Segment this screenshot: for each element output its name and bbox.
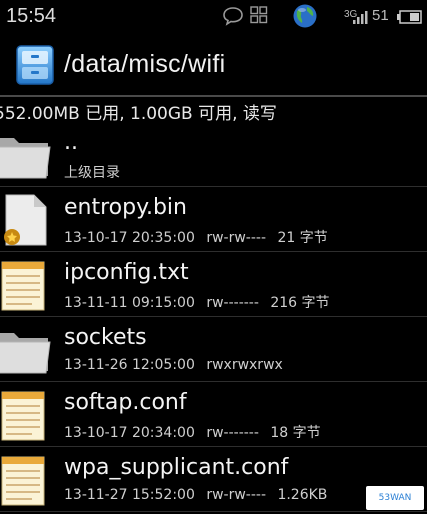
storage-summary: 552.00MB 已用, 1.00GB 可用, 读写	[0, 104, 277, 124]
list-item-entropy-bin[interactable]: entropy.bin 13-10-17 20:35:00 rw-rw---- …	[0, 187, 427, 252]
file-date: 13-10-17 20:35:00	[64, 230, 195, 246]
battery-icon	[397, 10, 422, 24]
file-name: entropy.bin	[64, 195, 187, 220]
text-file-icon	[1, 261, 45, 311]
file-size: 1.26KB	[277, 487, 328, 503]
file-name: ..	[64, 130, 78, 155]
file-name: ipconfig.txt	[64, 260, 189, 285]
list-item-parent-directory[interactable]: .. 上级目录	[0, 122, 427, 187]
file-permissions: rw-------	[206, 425, 259, 441]
file-size: 21 字节	[277, 230, 328, 246]
binary-file-icon	[4, 194, 47, 246]
file-permissions: rw-rw----	[206, 487, 266, 503]
list-item-sockets[interactable]: sockets 13-11-26 12:05:00 rwxrwxrwx	[0, 317, 427, 382]
folder-icon	[0, 333, 51, 374]
watermark-logo: 53WAN	[366, 486, 424, 510]
list-item-ipconfig-txt[interactable]: ipconfig.txt 13-11-11 09:15:00 rw-------…	[0, 252, 427, 317]
file-date: 13-11-11 09:15:00	[64, 295, 195, 311]
globe-icon	[293, 4, 317, 28]
battery-percent: 51	[372, 7, 389, 24]
chat-icon	[223, 7, 243, 26]
file-meta: 13-11-27 15:52:00 rw-rw---- 1.26KB	[64, 487, 334, 503]
file-meta: 上级目录	[64, 162, 127, 182]
file-date: 13-11-26 12:05:00	[64, 357, 195, 373]
file-permissions: rwxrwxrwx	[206, 357, 283, 373]
file-size: 216 字节	[270, 295, 330, 311]
list-item-wpa-supplicant-conf[interactable]: wpa_supplicant.conf 13-11-27 15:52:00 rw…	[0, 447, 427, 512]
signal-icon	[353, 11, 368, 24]
current-path: /data/misc/wifi	[64, 50, 226, 78]
watermark-text: 53WAN	[378, 493, 412, 503]
file-name: sockets	[64, 325, 147, 350]
clock: 15:54	[6, 5, 57, 27]
path-header: /data/misc/wifi	[0, 34, 427, 96]
file-permissions: rw-------	[206, 295, 259, 311]
file-name: softap.conf	[64, 390, 187, 415]
file-meta: 13-10-17 20:34:00 rw------- 18 字节	[64, 422, 328, 442]
status-bar: 15:54 3G 51	[0, 0, 427, 34]
file-meta: 13-11-26 12:05:00 rwxrwxrwx	[64, 357, 290, 373]
file-list: .. 上级目录 entropy.bin 13-10-17 20:35:00 rw…	[0, 122, 427, 512]
parent-directory-label: 上级目录	[64, 165, 120, 181]
file-meta: 13-11-11 09:15:00 rw------- 216 字节	[64, 292, 337, 312]
text-file-icon	[1, 456, 45, 506]
file-manager-icon[interactable]	[14, 42, 58, 88]
grid-icon	[250, 6, 268, 24]
text-file-icon	[1, 391, 45, 441]
file-date: 13-10-17 20:34:00	[64, 425, 195, 441]
header-divider	[0, 95, 427, 97]
file-name: wpa_supplicant.conf	[64, 455, 289, 480]
folder-icon	[0, 138, 51, 179]
file-date: 13-11-27 15:52:00	[64, 487, 195, 503]
file-meta: 13-10-17 20:35:00 rw-rw---- 21 字节	[64, 227, 335, 247]
file-permissions: rw-rw----	[206, 230, 266, 246]
file-size: 18 字节	[270, 425, 321, 441]
list-item-softap-conf[interactable]: softap.conf 13-10-17 20:34:00 rw------- …	[0, 382, 427, 447]
